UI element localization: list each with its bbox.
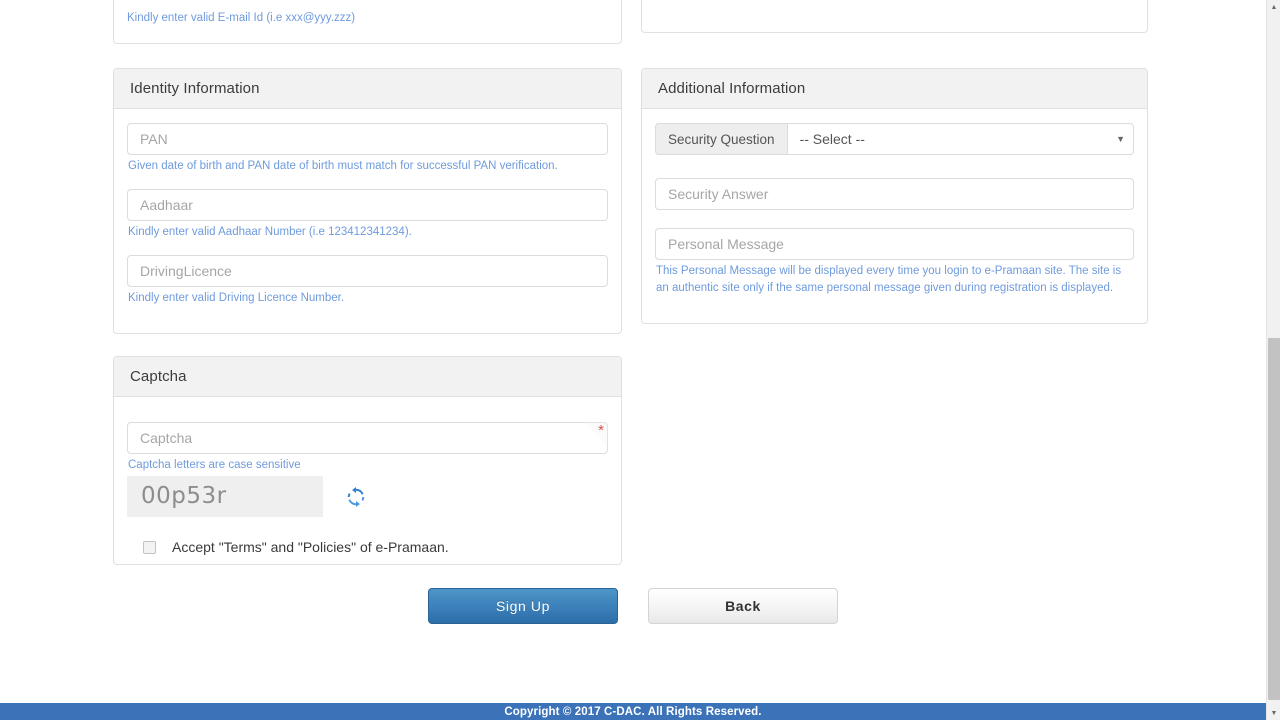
captcha-panel: Captcha * Captcha letters are case sensi…	[113, 356, 622, 565]
required-asterisk: *	[598, 423, 604, 438]
accept-terms-label: Accept "Terms" and "Policies" of e-Prama…	[172, 539, 449, 555]
personal-message-input[interactable]	[655, 228, 1134, 260]
additional-panel-header: Additional Information	[642, 69, 1147, 109]
captcha-input[interactable]	[127, 422, 608, 454]
captcha-image-text: 00p53r	[141, 485, 227, 508]
email-help-text: Kindly enter valid E-mail Id (i.e xxx@yy…	[127, 10, 355, 27]
page-footer: Copyright © 2017 C-DAC. All Rights Reser…	[0, 703, 1266, 720]
accept-terms-checkbox[interactable]	[143, 541, 156, 554]
driving-licence-help-text: Kindly enter valid Driving Licence Numbe…	[128, 290, 608, 307]
caret-up-icon[interactable]: ▲	[1267, 0, 1280, 14]
refresh-icon	[346, 487, 366, 507]
security-question-group: Security Question -- Select -- ▼	[655, 123, 1134, 155]
aadhaar-input[interactable]	[127, 189, 608, 221]
refresh-captcha-button[interactable]	[345, 486, 367, 508]
identity-panel-header: Identity Information	[114, 69, 621, 109]
captcha-help-text: Captcha letters are case sensitive	[128, 457, 608, 474]
sign-up-button[interactable]: Sign Up	[428, 588, 618, 624]
security-answer-input[interactable]	[655, 178, 1134, 210]
identity-panel-title: Identity Information	[130, 80, 260, 97]
registration-page: Kindly enter valid E-mail Id (i.e xxx@yy…	[0, 0, 1280, 720]
pan-help-text: Given date of birth and PAN date of birt…	[128, 158, 608, 175]
back-button[interactable]: Back	[648, 588, 838, 624]
caret-down-icon[interactable]: ▼	[1267, 706, 1280, 720]
contact-information-panel: Kindly enter valid E-mail Id (i.e xxx@yy…	[113, 0, 622, 44]
additional-information-panel: Additional Information Security Question…	[641, 68, 1148, 324]
captcha-panel-header: Captcha	[114, 357, 621, 397]
security-question-label: Security Question	[655, 123, 787, 155]
identity-information-panel: Identity Information Given date of birth…	[113, 68, 622, 334]
scrollbar-thumb[interactable]	[1268, 338, 1280, 700]
terms-acceptance-row: Accept "Terms" and "Policies" of e-Prama…	[143, 539, 608, 555]
driving-licence-input[interactable]	[127, 255, 608, 287]
additional-panel-title: Additional Information	[658, 80, 805, 97]
copyright-text: Copyright © 2017 C-DAC. All Rights Reser…	[504, 706, 761, 718]
personal-message-help-text: This Personal Message will be displayed …	[656, 263, 1134, 297]
address-information-panel	[641, 0, 1148, 33]
vertical-scrollbar[interactable]: ▲ ▼	[1266, 0, 1280, 720]
captcha-image: 00p53r	[127, 476, 323, 517]
pan-input[interactable]	[127, 123, 608, 155]
captcha-panel-title: Captcha	[130, 368, 187, 385]
form-actions: Sign Up Back	[0, 588, 1266, 624]
security-question-select[interactable]: -- Select --	[787, 123, 1134, 155]
aadhaar-help-text: Kindly enter valid Aadhaar Number (i.e 1…	[128, 224, 608, 241]
